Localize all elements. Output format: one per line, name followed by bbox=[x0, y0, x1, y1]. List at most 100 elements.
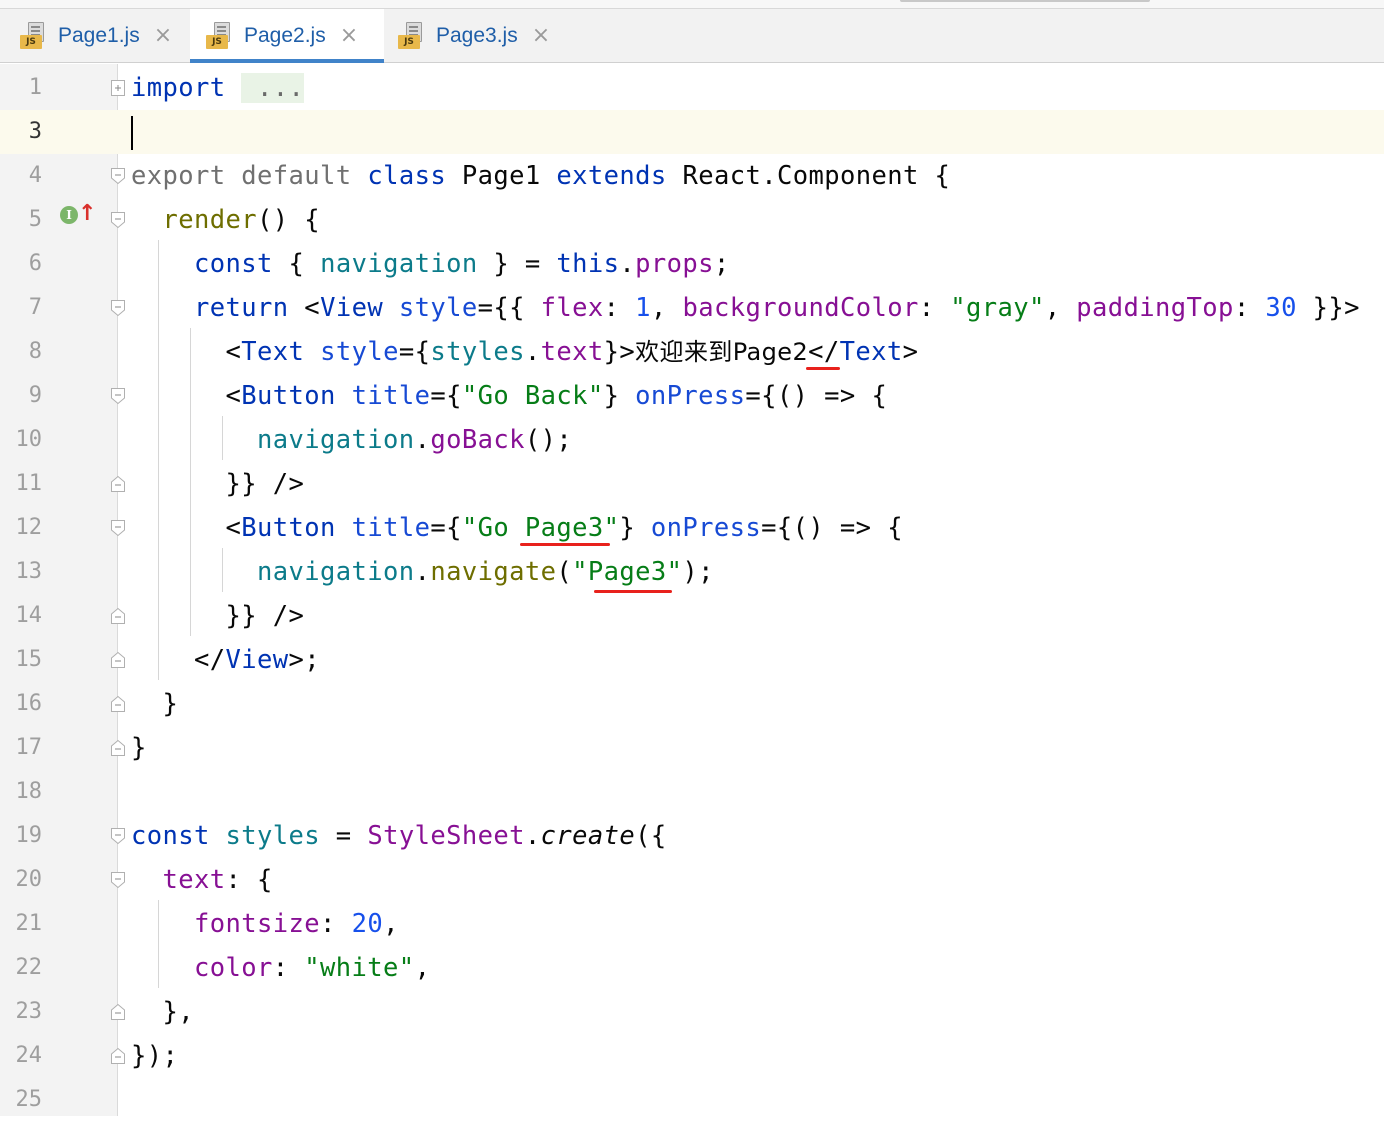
line-number: 1 bbox=[28, 75, 42, 100]
tab-label: Page2.js bbox=[244, 24, 326, 47]
code-line-12: 12 <Button title={"Go Page3"} onPress={(… bbox=[0, 506, 1384, 550]
fold-collapse-icon[interactable] bbox=[110, 211, 126, 229]
line-number: 6 bbox=[28, 251, 42, 276]
code-text: <Button title={"Go Page3"} onPress={() =… bbox=[225, 513, 903, 543]
fold-end-icon[interactable] bbox=[110, 475, 126, 493]
code-text: export default class Page1 extends React… bbox=[131, 161, 951, 191]
fold-end-icon[interactable] bbox=[110, 1003, 126, 1021]
fold-expand-icon[interactable] bbox=[110, 79, 126, 97]
close-icon[interactable]: × bbox=[532, 25, 550, 47]
fold-end-icon[interactable] bbox=[110, 695, 126, 713]
code-line-24: 24 }); bbox=[0, 1034, 1384, 1078]
line-number: 24 bbox=[15, 1043, 43, 1068]
line-number: 25 bbox=[15, 1087, 43, 1112]
code-line-16: 16 } bbox=[0, 682, 1384, 726]
code-text: fontsize: 20, bbox=[194, 909, 399, 939]
code-line-1: 1 import ... bbox=[0, 66, 1384, 110]
code-text: navigation.goBack(); bbox=[257, 425, 573, 455]
fold-collapse-icon[interactable] bbox=[110, 167, 126, 185]
drag-handle[interactable] bbox=[900, 0, 1150, 2]
fold-collapse-icon[interactable] bbox=[110, 519, 126, 537]
tab-page2[interactable]: JS Page2.js × bbox=[190, 9, 384, 63]
js-file-icon: JS bbox=[206, 22, 234, 50]
code-line-22: 22 color: "white", bbox=[0, 946, 1384, 990]
code-line-8: 8 <Text style={styles.text}>欢迎来到Page2</T… bbox=[0, 330, 1384, 374]
fold-collapse-icon[interactable] bbox=[110, 387, 126, 405]
line-number: 4 bbox=[28, 163, 42, 188]
red-underline-mark bbox=[806, 367, 840, 370]
code-text: <Text style={styles.text}>欢迎来到Page2</Tex… bbox=[225, 337, 919, 367]
tab-page1[interactable]: JS Page1.js × bbox=[14, 9, 188, 63]
line-number: 8 bbox=[28, 339, 42, 364]
code-line-18: 18 bbox=[0, 770, 1384, 814]
red-underline-mark bbox=[520, 543, 610, 546]
code-line-6: 6 const { navigation } = this.props; bbox=[0, 242, 1384, 286]
close-icon[interactable]: × bbox=[340, 25, 358, 47]
code-line-19: 19 const styles = StyleSheet.create({ bbox=[0, 814, 1384, 858]
line-number: 15 bbox=[15, 647, 43, 672]
js-file-icon: JS bbox=[20, 22, 48, 50]
line-number: 20 bbox=[15, 867, 43, 892]
code-text: }} /> bbox=[225, 469, 305, 499]
close-icon[interactable]: × bbox=[154, 25, 172, 47]
code-text: import ... bbox=[131, 73, 305, 103]
tab-label: Page3.js bbox=[436, 24, 518, 47]
editor-tab-bar: JS Page1.js × JS Page2.js × JS Page3.js … bbox=[0, 9, 1384, 63]
code-text: } bbox=[131, 733, 147, 763]
line-number: 16 bbox=[15, 691, 43, 716]
line-number: 11 bbox=[15, 471, 43, 496]
line-number: 9 bbox=[28, 383, 42, 408]
tab-label: Page1.js bbox=[58, 24, 140, 47]
line-number: 19 bbox=[15, 823, 43, 848]
line-number: 23 bbox=[15, 999, 43, 1024]
line-number: 3 bbox=[28, 119, 42, 144]
fold-collapse-icon[interactable] bbox=[110, 871, 126, 889]
window-top-strip bbox=[0, 0, 1384, 9]
line-number: 7 bbox=[28, 295, 42, 320]
arrow-up-icon[interactable]: ↑ bbox=[78, 203, 96, 225]
code-line-4: 4 export default class Page1 extends Rea… bbox=[0, 154, 1384, 198]
code-text: <Button title={"Go Back"} onPress={() =>… bbox=[225, 381, 888, 411]
code-text: }); bbox=[131, 1041, 179, 1071]
red-underline-mark bbox=[594, 590, 672, 593]
code-line-3: 3 bbox=[0, 110, 1384, 154]
code-text: const { navigation } = this.props; bbox=[194, 249, 730, 279]
code-text bbox=[131, 110, 133, 154]
fold-end-icon[interactable] bbox=[110, 1047, 126, 1065]
code-line-7: 7 return <View style={{ flex: 1, backgro… bbox=[0, 286, 1384, 330]
tab-page3[interactable]: JS Page3.js × bbox=[386, 9, 576, 63]
folded-region[interactable]: ... bbox=[241, 73, 305, 103]
line-number: 10 bbox=[15, 427, 43, 452]
code-line-21: 21 fontsize: 20, bbox=[0, 902, 1384, 946]
code-line-17: 17 } bbox=[0, 726, 1384, 770]
fold-end-icon[interactable] bbox=[110, 739, 126, 757]
code-line-10: 10 navigation.goBack(); bbox=[0, 418, 1384, 462]
fold-collapse-icon[interactable] bbox=[110, 827, 126, 845]
code-text: } bbox=[162, 689, 179, 719]
code-text: }, bbox=[162, 997, 195, 1027]
code-line-5: 5 I ↑ render() { bbox=[0, 198, 1384, 242]
fold-collapse-icon[interactable] bbox=[110, 299, 126, 317]
code-text: text: { bbox=[162, 865, 273, 895]
code-text: }} /> bbox=[225, 601, 305, 631]
fold-end-icon[interactable] bbox=[110, 651, 126, 669]
line-number: 17 bbox=[15, 735, 43, 760]
fold-end-icon[interactable] bbox=[110, 607, 126, 625]
code-line-20: 20 text: { bbox=[0, 858, 1384, 902]
code-line-13: 13 navigation.navigate("Page3"); bbox=[0, 550, 1384, 594]
line-number: 22 bbox=[15, 955, 43, 980]
code-text: render() { bbox=[162, 205, 321, 235]
code-text: </View>; bbox=[194, 645, 321, 675]
line-number: 12 bbox=[15, 515, 43, 540]
code-line-25: 25 bbox=[0, 1078, 1384, 1122]
line-number: 14 bbox=[15, 603, 43, 628]
code-text: navigation.navigate("Page3"); bbox=[257, 557, 714, 587]
code-line-14: 14 }} /> bbox=[0, 594, 1384, 638]
line-number: 13 bbox=[15, 559, 43, 584]
implements-icon[interactable]: I bbox=[60, 206, 78, 224]
code-line-15: 15 </View>; bbox=[0, 638, 1384, 682]
code-line-9: 9 <Button title={"Go Back"} onPress={() … bbox=[0, 374, 1384, 418]
code-line-11: 11 }} /> bbox=[0, 462, 1384, 506]
line-number: 18 bbox=[15, 779, 43, 804]
code-line-23: 23 }, bbox=[0, 990, 1384, 1034]
